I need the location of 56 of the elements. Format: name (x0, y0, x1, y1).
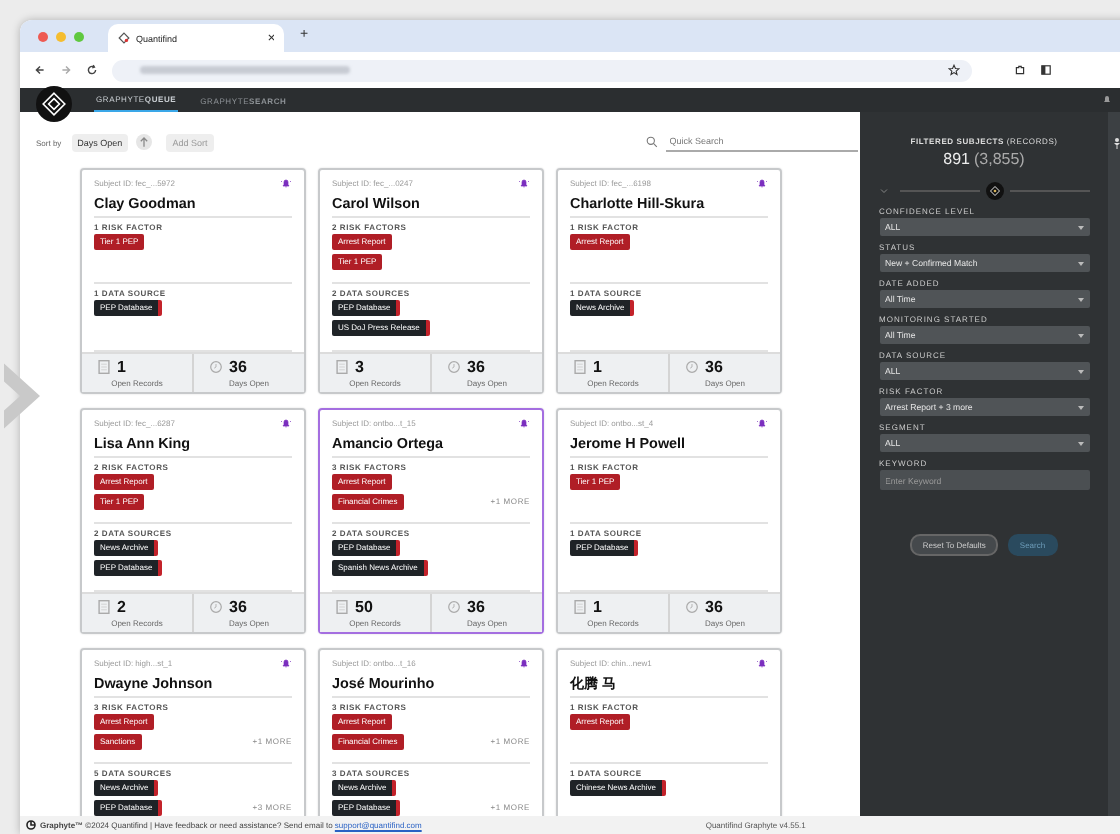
bell-icon[interactable] (280, 417, 292, 427)
caret-icon (1077, 297, 1083, 301)
days-open-count: 36 (229, 598, 247, 616)
clock-icon (209, 360, 221, 374)
back-icon[interactable] (34, 64, 46, 76)
open-records-count: 1 (117, 358, 126, 376)
bell-icon[interactable] (1102, 94, 1112, 104)
document-icon (97, 600, 109, 614)
document-icon (335, 360, 347, 374)
open-records-count: 1 (593, 358, 602, 376)
bell-icon[interactable] (756, 657, 768, 667)
days-open-count: 36 (467, 358, 485, 376)
caret-icon (1077, 369, 1083, 373)
clock-icon (447, 360, 459, 374)
bell-icon[interactable] (280, 177, 292, 187)
open-records-count: 3 (355, 358, 364, 376)
record-count: (3,855) (974, 150, 1025, 168)
reload-icon[interactable] (86, 64, 98, 76)
bell-icon[interactable] (756, 177, 768, 187)
address-field[interactable] (112, 59, 972, 81)
close-icon[interactable] (267, 34, 274, 42)
caret-icon (1077, 405, 1083, 409)
diamond-icon (118, 32, 130, 44)
sidebar-icon[interactable] (1040, 64, 1052, 76)
search-icon (645, 136, 658, 148)
document-icon (335, 600, 347, 614)
logo-icon[interactable] (36, 86, 72, 122)
chevron-drawing (0, 360, 44, 432)
subject-count: 891 (943, 150, 970, 168)
clock-icon (685, 360, 697, 374)
sort-direction-icon[interactable] (136, 134, 153, 150)
close-window-icon[interactable] (38, 31, 48, 41)
open-records-count: 2 (117, 598, 126, 616)
bell-icon[interactable] (518, 177, 530, 187)
document-icon (573, 600, 585, 614)
caret-icon (1077, 333, 1083, 337)
days-open-count: 36 (229, 358, 247, 376)
clock-icon (209, 600, 221, 614)
bell-icon[interactable] (518, 657, 530, 667)
caret-icon (1077, 441, 1083, 445)
days-open-count: 36 (705, 598, 723, 616)
logo-icon (26, 820, 36, 830)
open-records-count: 1 (593, 598, 602, 616)
bell-icon[interactable] (756, 417, 768, 427)
clock-icon (685, 600, 697, 614)
open-records-count: 50 (355, 598, 373, 616)
document-icon (573, 360, 585, 374)
clock-icon (447, 600, 459, 614)
bell-icon[interactable] (518, 417, 530, 427)
document-icon (97, 360, 109, 374)
bell-icon[interactable] (280, 657, 292, 667)
caret-icon (1077, 225, 1083, 229)
star-icon[interactable] (948, 64, 960, 76)
caret-icon (1077, 261, 1083, 265)
days-open-count: 36 (705, 358, 723, 376)
days-open-count: 36 (467, 598, 485, 616)
